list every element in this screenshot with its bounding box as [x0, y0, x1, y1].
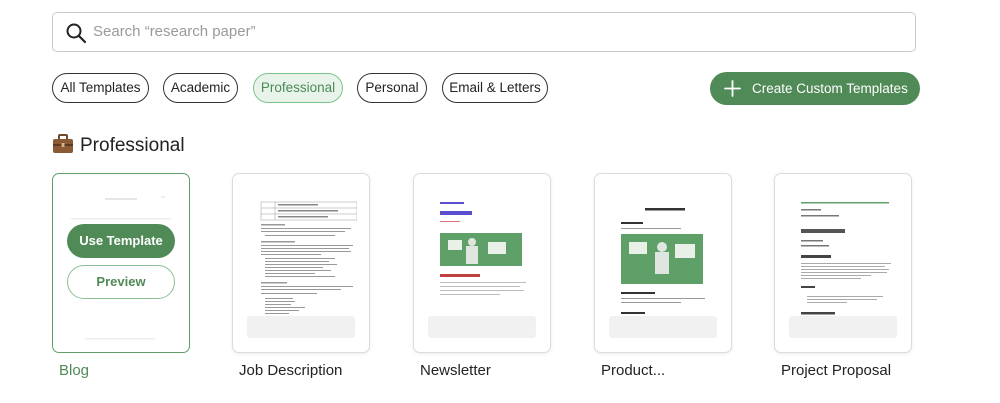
template-card-project-proposal[interactable] [774, 173, 912, 353]
card-footer-placeholder [789, 316, 897, 338]
section-title-text: Professional [80, 135, 185, 156]
section-title: Professional [52, 134, 185, 158]
create-custom-templates-button[interactable]: Create Custom Templates [710, 72, 920, 105]
filter-all-templates[interactable]: All Templates [52, 73, 149, 103]
create-button-label: Create Custom Templates [752, 81, 908, 96]
search-icon [66, 23, 87, 44]
template-card-product[interactable] [594, 173, 732, 353]
card-footer-placeholder [247, 316, 355, 338]
card-label-project-proposal[interactable]: Project Proposal [781, 362, 891, 379]
card-label-blog[interactable]: Blog [59, 362, 89, 379]
use-template-button[interactable]: Use Template [67, 224, 175, 258]
filter-email-letters[interactable]: Email & Letters [442, 73, 548, 103]
search-input[interactable] [93, 13, 893, 50]
template-card-job-description[interactable] [232, 173, 370, 353]
preview-button[interactable]: Preview [67, 265, 175, 299]
card-label-product[interactable]: Product... [601, 362, 665, 379]
template-card-newsletter[interactable] [413, 173, 551, 353]
card-label-job-description[interactable]: Job Description [239, 362, 342, 379]
briefcase-icon [53, 134, 73, 153]
card-label-newsletter[interactable]: Newsletter [420, 362, 491, 379]
filter-academic[interactable]: Academic [163, 73, 238, 103]
card-footer-placeholder [428, 316, 536, 338]
search-bar[interactable] [52, 12, 916, 52]
blog-thumbnail [71, 196, 171, 340]
filter-personal[interactable]: Personal [357, 73, 427, 103]
template-card-blog[interactable]: Use Template Preview [52, 173, 190, 353]
filter-professional[interactable]: Professional [253, 73, 343, 103]
plus-icon [724, 80, 741, 97]
card-footer-placeholder [609, 316, 717, 338]
